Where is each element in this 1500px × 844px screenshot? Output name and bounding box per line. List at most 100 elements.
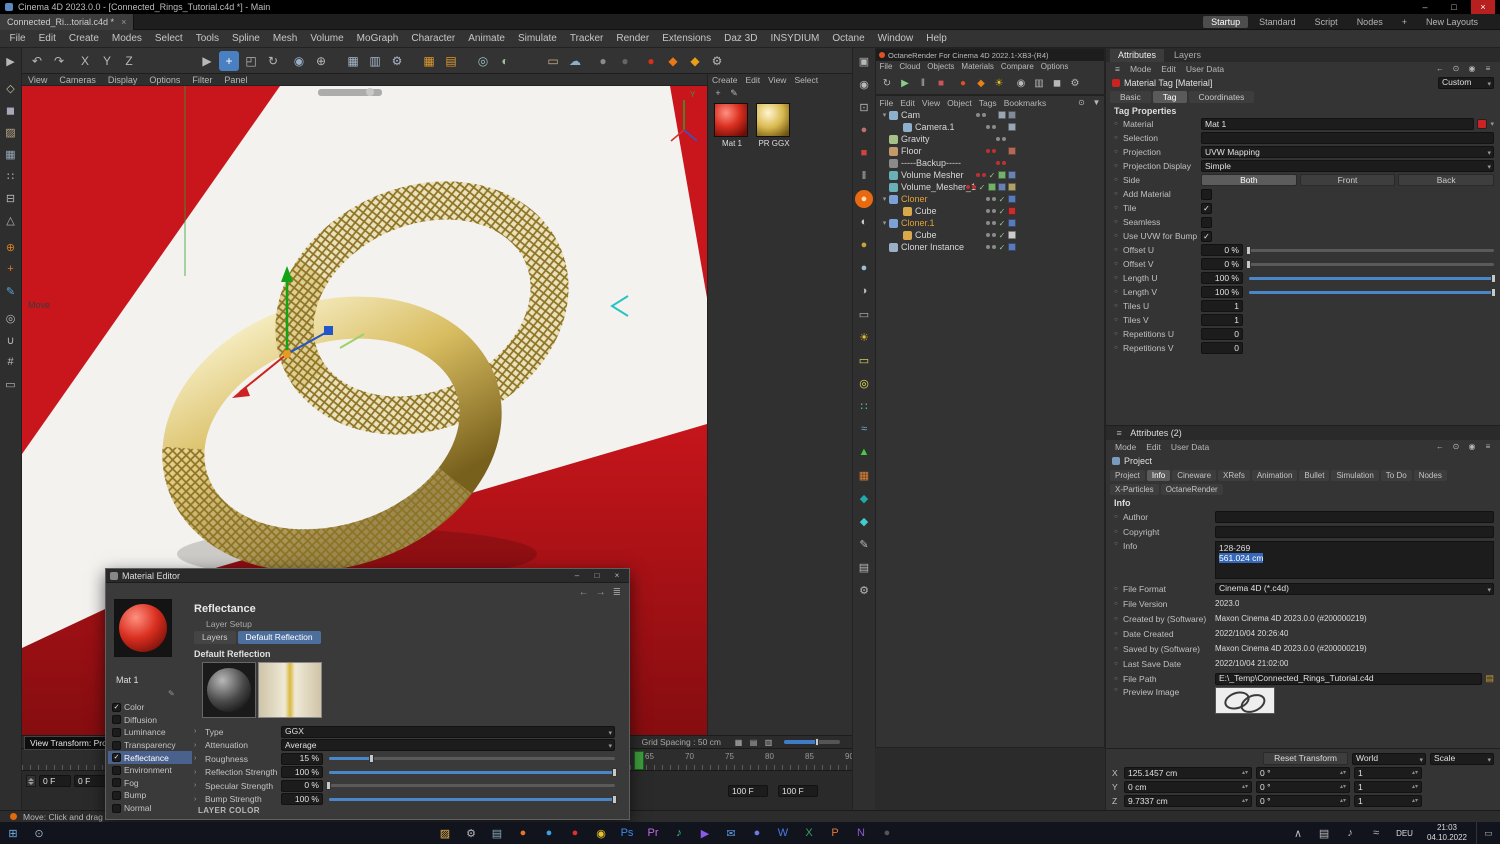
menu-select[interactable]: Select [148, 33, 189, 44]
menu-help[interactable]: Help [920, 33, 954, 44]
viewport-solo-icon[interactable]: ◎ [2, 309, 20, 327]
bake-texture-icon[interactable]: ◆ [685, 51, 705, 71]
tab-default-reflection[interactable]: Default Reflection [237, 631, 321, 644]
editor-enable-dot[interactable] [976, 113, 980, 117]
tag-icon[interactable] [1008, 207, 1016, 215]
stepper-icon[interactable]: ▴▾ [1340, 782, 1346, 793]
oct-specular-icon[interactable]: ● [855, 259, 873, 277]
specular-strength-value[interactable]: 0 % [281, 779, 323, 792]
tag-icon[interactable] [1008, 243, 1016, 251]
display-shaded-icon[interactable]: ● [593, 51, 613, 71]
expand-caret-icon[interactable]: › [194, 796, 201, 803]
editor-enable-dot[interactable] [986, 209, 990, 213]
keyframe-dot[interactable]: ○ [1114, 676, 1123, 682]
octane-play-icon[interactable]: ▶ [897, 76, 913, 92]
stepper-icon[interactable]: ▴▾ [1242, 782, 1248, 793]
position-y-field[interactable]: 0 cm ▴▾ [1124, 781, 1252, 793]
rename-pencil-icon[interactable]: ✎ [168, 689, 175, 698]
octane-stop-icon[interactable]: ■ [933, 76, 949, 92]
octane-ball-icon[interactable]: ● [641, 51, 661, 71]
panel-menu-icon[interactable]: ≡ [1481, 63, 1495, 74]
rotate-tool[interactable]: ↻ [263, 51, 283, 71]
slider-knob[interactable] [612, 767, 617, 777]
frame-stepper[interactable] [26, 775, 36, 787]
menu-objects[interactable]: Objects [924, 61, 958, 73]
tiles-v-value[interactable]: 1 [1201, 314, 1243, 326]
channel-checkbox[interactable] [112, 727, 121, 737]
folder-icon[interactable]: ▤ [1485, 673, 1494, 684]
menu-display[interactable]: Display [102, 74, 144, 85]
language-indicator[interactable]: DEU [1391, 829, 1418, 838]
octane-flame-icon[interactable]: ◆ [973, 76, 989, 92]
file-path-field[interactable]: E:\_Temp\Connected_Rings_Tutorial.c4d [1215, 672, 1483, 685]
menu-file[interactable]: File [876, 61, 896, 73]
channel-reflectance[interactable]: ✓ Reflectance [108, 751, 192, 764]
menu-view[interactable]: View [918, 98, 943, 108]
expand-caret-icon[interactable]: › [194, 728, 201, 735]
cloner-menu-icon[interactable]: ▦ [419, 51, 439, 71]
channel-color[interactable]: ✓ Color [108, 701, 192, 714]
side-back-button[interactable]: Back [1398, 174, 1495, 186]
expand-caret-icon[interactable]: › [194, 782, 201, 789]
oct-axis-icon[interactable]: ▲ [855, 443, 873, 461]
display-lines-icon[interactable]: ● [615, 51, 635, 71]
stepper-icon[interactable]: ▴▾ [1412, 782, 1418, 793]
chrome-icon[interactable]: ◉ [589, 823, 613, 843]
channel-checkbox[interactable]: ✓ [112, 702, 121, 712]
oct-gear-icon[interactable]: ⚙ [855, 581, 873, 599]
channel-diffusion[interactable]: Diffusion [108, 714, 192, 727]
make-editable-icon[interactable]: ◇ [2, 79, 20, 97]
length-u-slider[interactable] [1249, 273, 1496, 283]
menu-daz-3d[interactable]: Daz 3D [718, 33, 764, 44]
layout-single-view-icon[interactable]: ▦ [732, 737, 745, 748]
oct-material-icon[interactable]: ◐ [855, 213, 873, 231]
layout-script[interactable]: Script [1307, 16, 1346, 28]
tab-layers[interactable]: Layers [194, 631, 236, 644]
object-row-cloner-instance[interactable]: Cloner Instance ✓ [876, 241, 1104, 253]
link-arrows-icon[interactable]: ▾ [1490, 120, 1494, 128]
menu-tools[interactable]: Tools [189, 33, 225, 44]
object-row-gravity[interactable]: Gravity [876, 133, 1104, 145]
simulate-menu-icon[interactable]: ◎ [473, 51, 493, 71]
tag-icon[interactable] [998, 111, 1006, 119]
frame-current-field[interactable]: 0 F [74, 775, 106, 787]
firefox-icon[interactable]: ● [511, 823, 535, 843]
search-icon[interactable]: ⊙ [1449, 441, 1463, 452]
layer-preview-sphere[interactable] [202, 662, 256, 718]
object-row-camera-1[interactable]: Camera.1 [876, 121, 1104, 133]
object-row-cube[interactable]: Cube ✓ [876, 205, 1104, 217]
keyframe-dot[interactable]: ○ [1114, 247, 1123, 253]
search-icon[interactable]: ⊙ [1449, 63, 1463, 74]
settings-icon[interactable]: ⚙ [459, 823, 483, 843]
bump-strength-slider[interactable] [329, 794, 617, 804]
channel-checkbox[interactable]: ✓ [112, 753, 121, 763]
menu-view[interactable]: View [764, 74, 790, 86]
oct-stop-icon[interactable]: ■ [855, 144, 873, 162]
channel-environment[interactable]: Environment [108, 764, 192, 777]
tag-icon[interactable] [1008, 183, 1016, 191]
scale-x-field[interactable]: 1 ▴▾ [1354, 767, 1422, 779]
menu-bookmarks[interactable]: Bookmarks [1000, 98, 1050, 108]
settings-gear-icon[interactable]: ⚙ [707, 51, 727, 71]
stepper-icon[interactable]: ▴▾ [1242, 796, 1248, 807]
layout-startup[interactable]: Startup [1203, 15, 1249, 28]
window-maximize-button[interactable]: □ [589, 571, 605, 580]
menu-compare[interactable]: Compare [997, 61, 1037, 73]
expand-caret-icon[interactable]: ▾ [880, 195, 889, 203]
document-tab[interactable]: Connected_Ri...torial.c4d * × [0, 13, 135, 30]
reflection-strength-slider[interactable] [329, 767, 617, 777]
tray-display-icon[interactable]: ▤ [1312, 823, 1336, 843]
window-maximize-button[interactable]: □ [1442, 0, 1466, 14]
premiere-icon[interactable]: Pr [641, 823, 665, 843]
keyframe-dot[interactable]: ○ [1114, 191, 1123, 197]
layer-color-section[interactable]: LAYER COLOR [198, 806, 260, 815]
object-row-floor[interactable]: Floor [876, 145, 1104, 157]
keyframe-dot[interactable]: ○ [1114, 616, 1123, 622]
side-both-button[interactable]: Both [1201, 174, 1297, 186]
material-slot-pr-ggx[interactable]: PR GGX [756, 103, 792, 148]
slider-knob[interactable] [326, 781, 331, 791]
channel-fog[interactable]: Fog [108, 777, 192, 790]
menu-options[interactable]: Options [1037, 61, 1072, 73]
oct-target-light-icon[interactable]: ◎ [855, 374, 873, 392]
object-row-cube[interactable]: Cube ✓ [876, 229, 1104, 241]
